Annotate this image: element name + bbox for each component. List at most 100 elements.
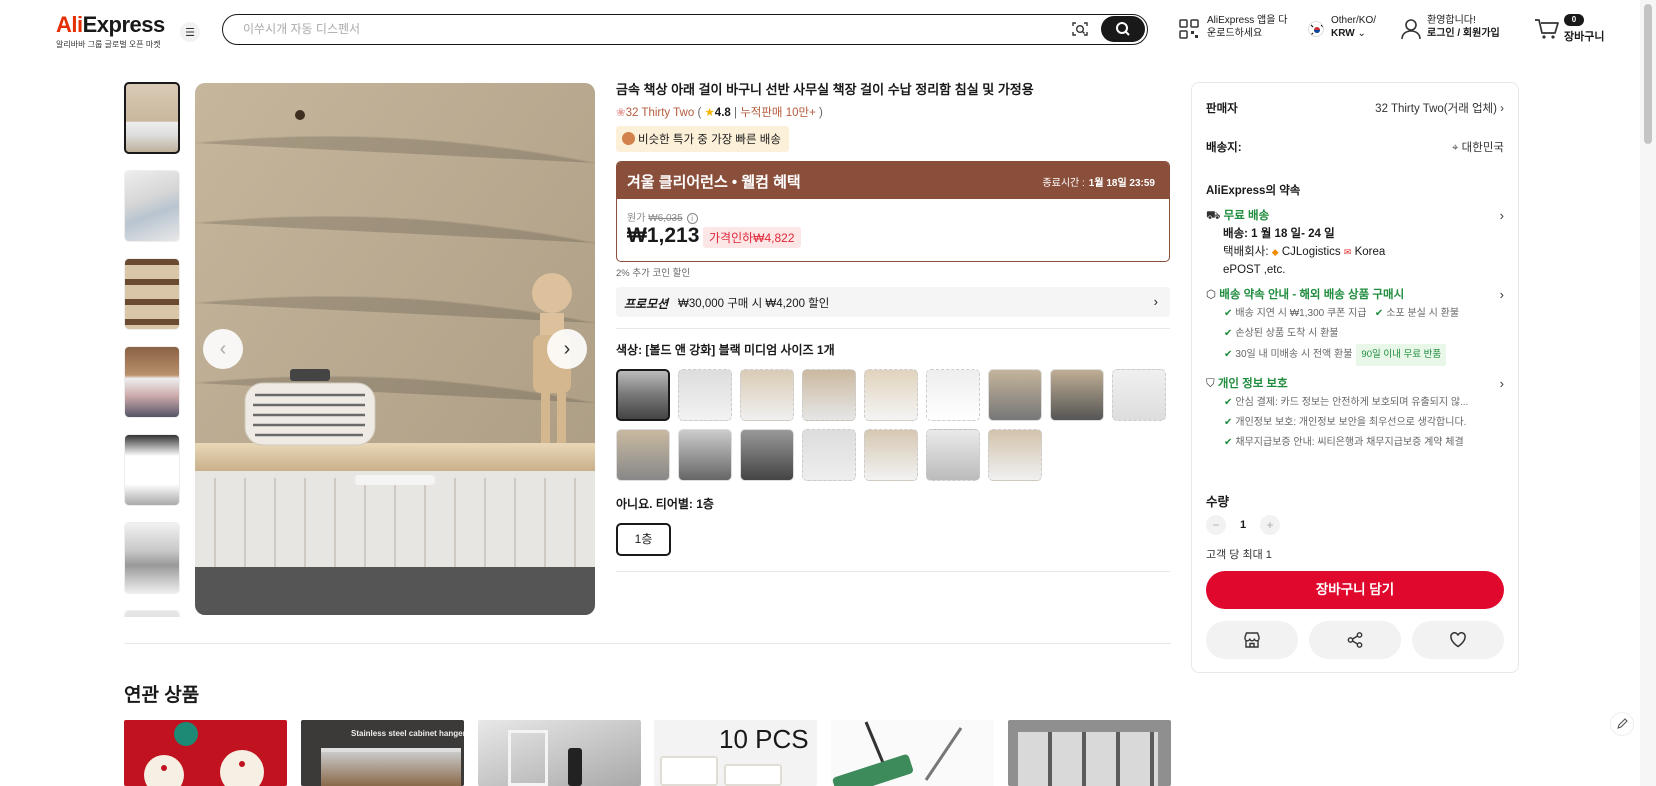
related-item-4[interactable]: 10 PCS [654,720,817,786]
privacy-3: 채무지급보증 안내: 씨티은행과 채무지급보증 계약 체결 [1235,437,1464,448]
swatch-option[interactable] [678,429,732,481]
thumbnail-4[interactable] [124,346,180,418]
thumbnail-6[interactable] [124,522,180,594]
deal-box: 겨울 클리어런스 • 웰컴 혜택 종료시간 :1월 18일 23:59 원가 ₩… [616,161,1170,262]
related-item-1[interactable] [124,720,287,786]
related-image [660,756,718,786]
welcome-text: 환영합니다! [1427,15,1476,26]
orig-price-value: ₩6,035 [648,213,683,224]
scrollbar[interactable] [1640,0,1656,786]
ship-to-label: 배송지: [1206,142,1242,154]
swatch-option[interactable] [802,429,856,481]
app-download-link[interactable]: AliExpress 앱을 다 운로드하세요 [1207,14,1287,40]
store-link[interactable]: 32 Thirty Two [626,107,695,119]
related-image [144,722,264,786]
search-button[interactable] [1101,16,1145,42]
swatch-option[interactable] [740,369,794,421]
privacy-item: ✔ 채무지급보증 안내: 씨티은행과 채무지급보증 계약 체결 [1206,433,1504,453]
free-shipping-section[interactable]: ⛟ 무료 배송 › 배송: 1 월 18 일- 24 일 택배회사: ◆ CJLo… [1206,207,1504,279]
related-item-5[interactable] [831,720,994,786]
add-to-cart-button[interactable]: 장바구니 담기 [1206,571,1504,609]
swatch-option[interactable] [616,369,670,421]
privacy-title: 개인 정보 보호 [1217,378,1288,390]
cart-label[interactable]: 장바구니 [1564,28,1604,44]
swatch-option[interactable] [864,369,918,421]
promotion-row[interactable]: 프로모션 ₩30,000 구매 시 ₩4,200 할인 › [616,287,1170,317]
next-image-button[interactable]: › [547,329,587,369]
seller-row[interactable]: 판매자 32 Thirty Two(거래 업체) › [1206,100,1504,116]
related-products-title: 연관 상품 [124,685,200,706]
seller-label: 판매자 [1206,103,1238,115]
swatch-option[interactable] [616,429,670,481]
swatch-option[interactable] [926,369,980,421]
thumbnail-5[interactable] [124,434,180,506]
logo-accent: Ali [56,12,83,37]
camera-icon[interactable] [1071,20,1089,38]
related-item-3[interactable] [478,720,641,786]
sale-price: ₩1,213 [627,224,700,247]
user-icon[interactable] [1400,17,1422,41]
info-icon[interactable]: i [686,213,698,224]
thumbnail-1[interactable] [124,82,180,154]
prev-image-button[interactable]: ‹ [203,329,243,369]
cart-icon[interactable] [1534,17,1560,41]
wishlist-button[interactable] [1412,621,1504,659]
thumbnail-7[interactable] [124,610,180,617]
original-price: 원가 ₩6,035 i [627,209,698,224]
fire-icon [622,132,635,145]
store-button[interactable] [1206,621,1298,659]
cart-count-badge: 0 [1564,14,1584,26]
swatch-option[interactable] [802,369,856,421]
thumbnail-2[interactable] [124,170,180,242]
currency: KRW [1331,28,1355,39]
scrollbar-thumb[interactable] [1644,4,1652,144]
swatch-option[interactable] [864,429,918,481]
swatch-option[interactable] [740,429,794,481]
main-product-image[interactable]: ‹ › [195,83,595,615]
qty-value: 1 [1239,519,1247,531]
swatch-option[interactable] [678,369,732,421]
product-info: 금속 책상 아래 걸이 바구니 선반 사무실 책장 걸이 수납 정리함 침실 및… [616,80,1171,572]
edit-icon[interactable] [1610,712,1634,736]
related-image [321,748,461,786]
divider [616,571,1170,572]
swatch-option[interactable] [988,429,1042,481]
related-item-2[interactable]: Stainless steel cabinet hanger [301,720,464,786]
swatch-option[interactable] [988,369,1042,421]
tier-option-1[interactable]: 1층 [616,523,671,556]
related-image [568,748,582,786]
account-link[interactable]: 환영합니다! 로그인 / 회원가입 [1427,14,1500,40]
purchase-panel: 판매자 32 Thirty Two(거래 업체) › 배송지: ⌖ 대한민국 A… [1191,82,1519,673]
hamburger-icon[interactable]: ☰ [180,22,200,42]
swatch-option[interactable] [1112,369,1166,421]
ship-to-row[interactable]: 배송지: ⌖ 대한민국 [1206,139,1504,155]
thumbnail-3[interactable] [124,258,180,330]
delivery-guide-section[interactable]: ⬡ 배송 약속 안내 - 해외 배송 상품 구매시 › ✔ 배송 지연 시 ₩1,3… [1206,286,1504,366]
search-input[interactable] [243,20,1063,38]
rating-value: 4.8 [714,107,731,119]
carrier-2: Korea [1354,246,1386,258]
purchase-limit: 고객 당 최대 1 [1206,549,1272,561]
seller-value: 32 Thirty Two(거래 업체) › [1375,100,1504,116]
qr-icon[interactable] [1178,18,1200,40]
guide-3: 30일 내 미배송 시 전액 환불 [1235,349,1353,360]
swatch-option[interactable] [1050,369,1104,421]
product-photo [195,83,595,615]
qty-decrease-button[interactable]: − [1206,515,1226,535]
share-button[interactable] [1309,621,1401,659]
related-item-4-text: 10 PCS [719,724,809,754]
language-currency-selector[interactable]: Other/KO/ KRW ⌄ [1331,14,1376,40]
related-image-2 [508,730,548,786]
promise-title: AliExpress의 약속 [1206,185,1301,197]
related-image [832,721,963,786]
qty-increase-button[interactable]: + [1260,515,1280,535]
guide-title: 배송 약속 안내 - 해외 배송 상품 구매시 [1219,289,1405,301]
lang-line1: Other/KO/ [1331,15,1377,26]
privacy-section[interactable]: ⛉ 개인 정보 보호 › ✔ 안심 결제: 카드 정보는 안전하게 보호되며 유출되… [1206,375,1504,453]
aliexpress-logo[interactable]: AliExpress 알리바바 그룹 글로벌 오픈 마켓 [56,12,165,50]
store-badge-icon: ❀ [616,107,626,119]
quantity-stepper: − 1 + [1206,515,1280,535]
related-item-6[interactable] [1008,720,1171,786]
deal-end-value: 1월 18일 23:59 [1088,178,1155,189]
swatch-option[interactable] [926,429,980,481]
